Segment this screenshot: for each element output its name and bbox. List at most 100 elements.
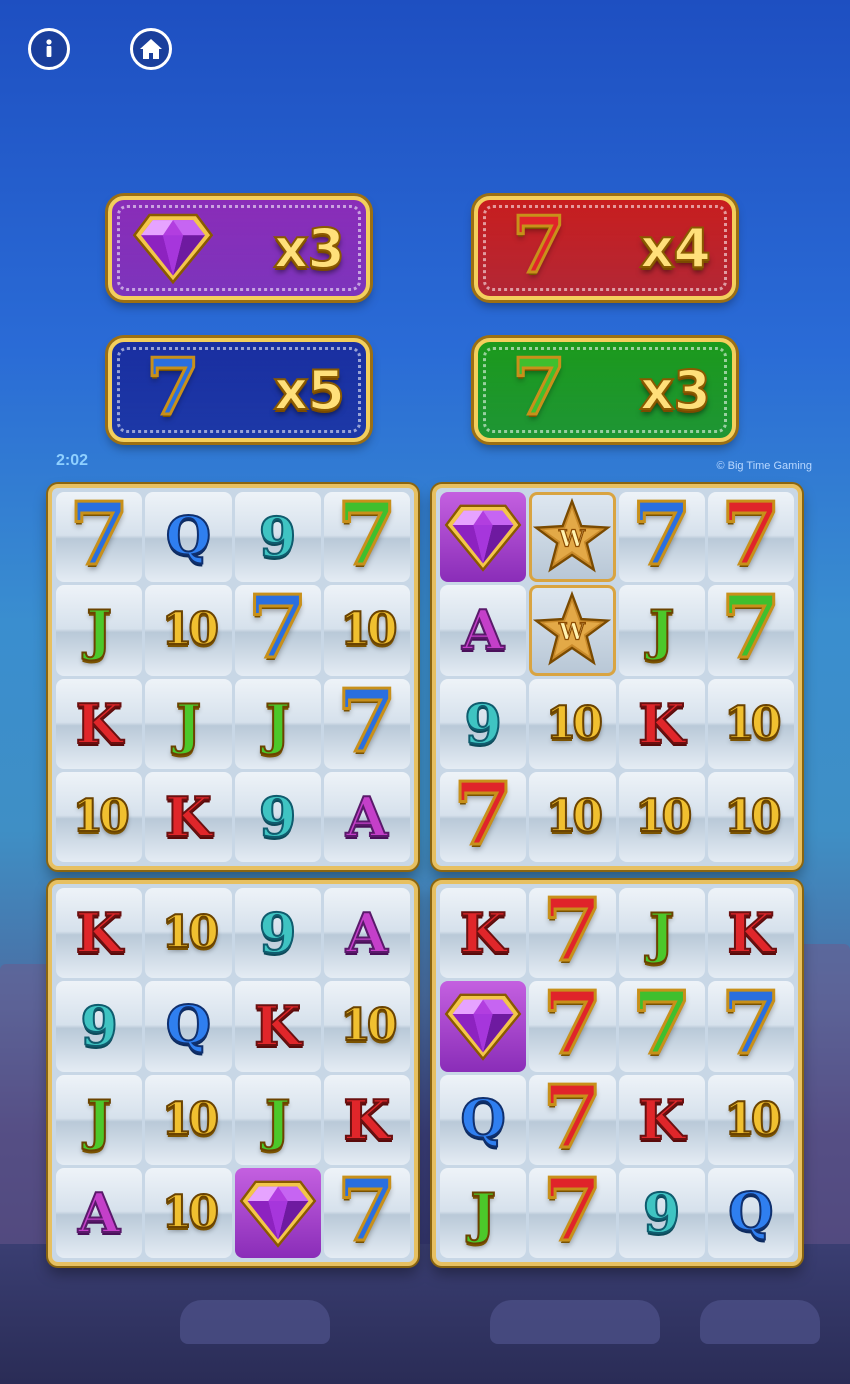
symbol-label: Q <box>727 1181 774 1243</box>
symbol-cell-q: Q <box>440 1074 527 1165</box>
symbol-cell-wild: W <box>529 492 616 583</box>
home-icon <box>140 39 162 59</box>
symbol-label: K <box>637 691 686 756</box>
symbol-cell-j: J <box>56 585 143 676</box>
diamond-icon <box>444 993 522 1062</box>
symbol-cell-10: 10 <box>145 585 232 676</box>
symbol-cell-9: 9 <box>234 492 321 583</box>
symbol-cell-seven: 7 <box>529 888 616 979</box>
seven-symbol: 7 <box>541 888 604 979</box>
symbol-label: 10 <box>161 1186 220 1238</box>
symbol-label: Q <box>165 995 212 1057</box>
symbol-cell-j: J <box>56 1074 143 1165</box>
symbol-cell-10: 10 <box>707 771 794 862</box>
symbol-cell-10: 10 <box>145 1167 232 1258</box>
copyright-text: © Big Time Gaming <box>716 460 812 472</box>
symbol-cell-j: J <box>618 585 705 676</box>
symbol-cell-seven: 7 <box>56 492 143 583</box>
symbol-label: 10 <box>71 790 130 842</box>
seven-symbol: 7 <box>335 492 398 583</box>
symbol-label: 9 <box>258 784 298 849</box>
seven-symbol: 7 <box>630 981 693 1072</box>
symbol-cell-q: Q <box>145 492 232 583</box>
symbol-cell-seven: 7 <box>707 492 794 583</box>
symbol-cell-j: J <box>440 1167 527 1258</box>
symbol-label: K <box>459 901 508 966</box>
symbol-label: J <box>648 901 676 966</box>
symbol-label: J <box>175 691 203 756</box>
symbol-cell-seven: 7 <box>440 771 527 862</box>
symbol-label: J <box>648 598 676 663</box>
symbol-label: Q <box>459 1088 506 1150</box>
symbol-cell-gem <box>440 492 527 583</box>
symbol-label: J <box>469 1180 497 1245</box>
info-button[interactable] <box>28 28 70 70</box>
seven-symbol: 7 <box>719 981 782 1072</box>
seven-symbol: 7 <box>541 981 604 1072</box>
symbol-label: 10 <box>339 1000 398 1052</box>
seven-symbol: 7 <box>510 341 567 435</box>
symbol-label: J <box>85 1087 113 1152</box>
multiplier-value: x5 <box>273 358 345 423</box>
seven-symbol: 7 <box>541 1167 604 1258</box>
game-timer: 2:02 <box>56 452 89 469</box>
multiplier-gem-symbol <box>130 205 216 291</box>
symbol-label: K <box>726 901 775 966</box>
symbol-label: 10 <box>545 697 604 749</box>
info-icon <box>46 39 52 57</box>
reel-grid-top-left: 7 Q 9 7 J 10 7 10 K J J 7 10 K 9 A <box>48 484 418 870</box>
symbol-cell-j: J <box>618 888 705 979</box>
diamond-icon <box>239 1180 316 1248</box>
symbol-cell-gem <box>440 981 527 1072</box>
symbol-cell-seven: 7 <box>234 585 321 676</box>
diamond-icon <box>444 504 522 572</box>
symbol-cell-9: 9 <box>56 981 143 1072</box>
multiplier-plaque: 7 x3 <box>474 338 736 442</box>
symbol-label: 10 <box>161 1093 220 1145</box>
seven-symbol: 7 <box>68 492 131 583</box>
multiplier-plaque: 7 x4 <box>474 196 736 300</box>
symbol-cell-10: 10 <box>323 981 410 1072</box>
symbol-cell-a: A <box>323 888 410 979</box>
symbol-label: 10 <box>634 790 693 842</box>
symbol-label: 9 <box>258 505 298 570</box>
symbol-cell-seven: 7 <box>529 1167 616 1258</box>
symbol-cell-10: 10 <box>145 1074 232 1165</box>
symbol-label: K <box>342 1087 391 1152</box>
multiplier-plaque: x3 <box>108 196 370 300</box>
reel-grid-bottom-right: K7JK 7 7 7 Q 7 K 10 J 7 9 Q <box>432 880 802 1266</box>
symbol-label: A <box>461 598 505 663</box>
symbol-label: A <box>77 1180 121 1245</box>
symbol-cell-10: 10 <box>707 1074 794 1165</box>
symbol-cell-seven: 7 <box>323 678 410 769</box>
symbol-cell-k: K <box>440 888 527 979</box>
symbol-cell-j: J <box>234 678 321 769</box>
symbol-cell-10: 10 <box>145 888 232 979</box>
symbol-label: K <box>164 784 213 849</box>
symbol-cell-seven: 7 <box>707 981 794 1072</box>
symbol-cell-k: K <box>234 981 321 1072</box>
symbol-cell-q: Q <box>707 1167 794 1258</box>
symbol-cell-j: J <box>145 678 232 769</box>
seven-symbol: 7 <box>452 771 515 862</box>
symbol-cell-k: K <box>707 888 794 979</box>
symbol-cell-9: 9 <box>234 771 321 862</box>
symbol-cell-a: A <box>440 585 527 676</box>
symbol-cell-k: K <box>618 1074 705 1165</box>
symbol-cell-k: K <box>618 678 705 769</box>
symbol-label: A <box>345 784 389 849</box>
symbol-label: J <box>264 1087 292 1152</box>
symbol-label: 9 <box>79 994 119 1059</box>
multiplier-seven-symbol: 7 <box>496 199 582 293</box>
multiplier-plaque: 7 x5 <box>108 338 370 442</box>
symbol-label: K <box>75 901 124 966</box>
multiplier-value: x3 <box>273 216 345 281</box>
symbol-cell-9: 9 <box>234 888 321 979</box>
seven-symbol: 7 <box>630 492 693 583</box>
wild-star-icon: W <box>533 498 612 573</box>
symbol-label: 10 <box>723 697 782 749</box>
symbol-cell-10: 10 <box>56 771 143 862</box>
reel-grid-bottom-left: K 10 9 A 9 Q K 10 J 10 J K A 10 7 <box>48 880 418 1266</box>
home-button[interactable] <box>130 28 172 70</box>
seven-symbol: 7 <box>335 1167 398 1258</box>
